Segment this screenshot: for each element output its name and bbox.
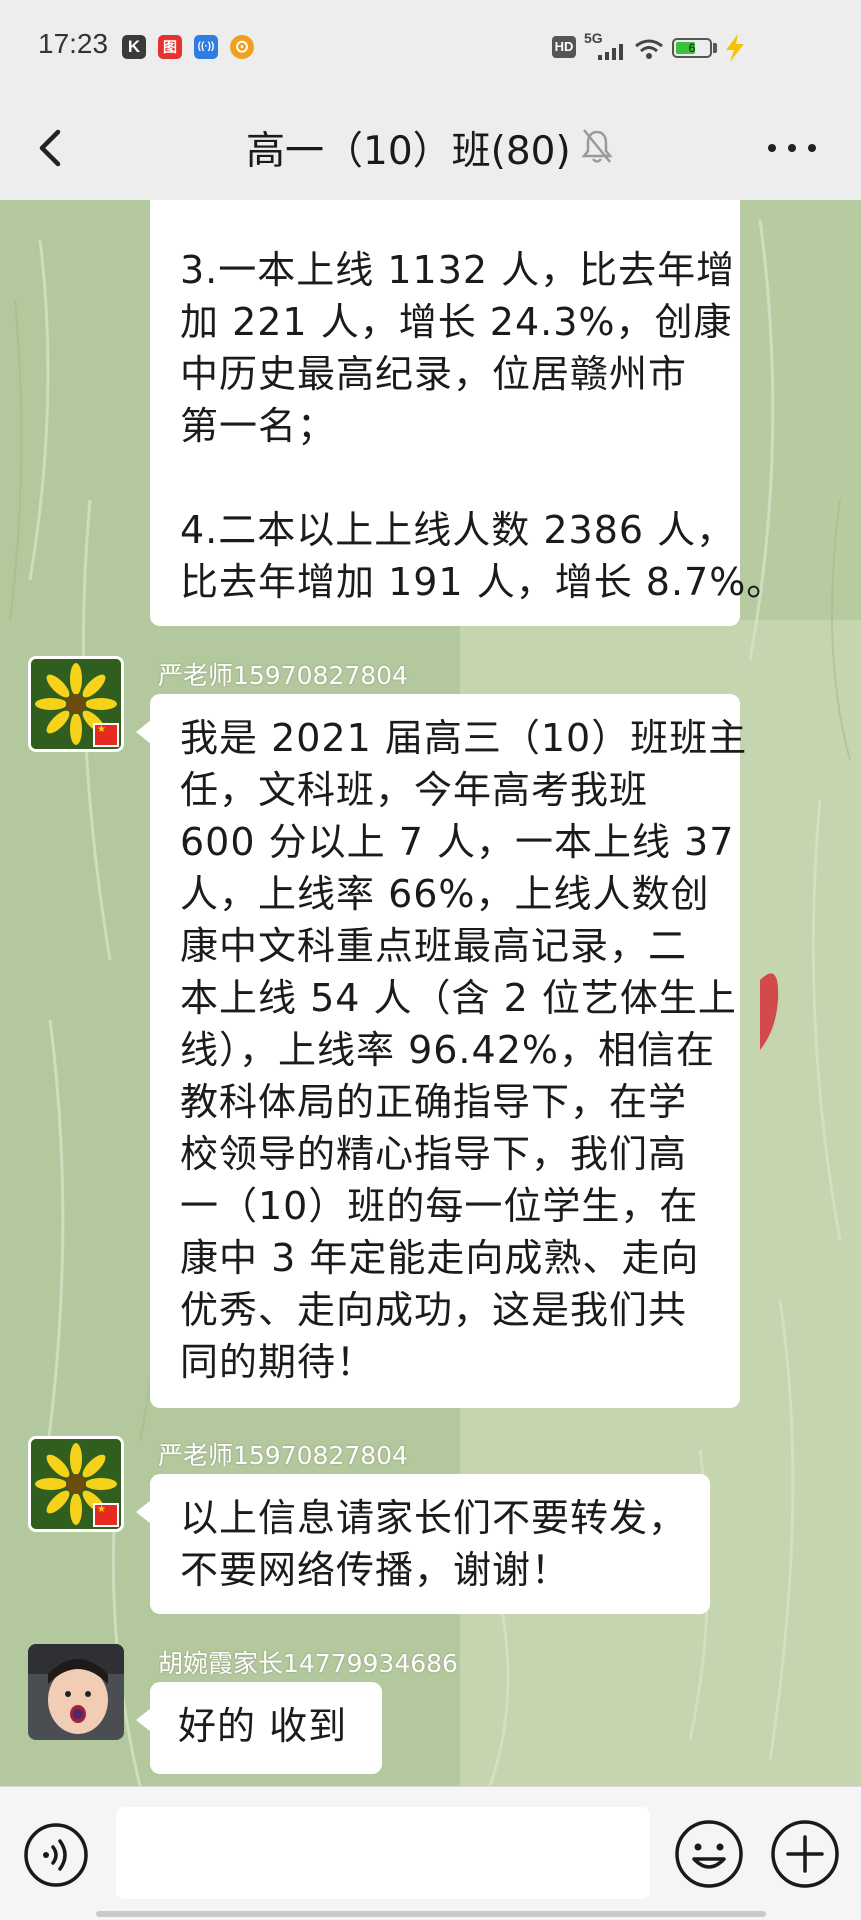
chat-header: 高一（10）班(80) (0, 96, 861, 200)
emoji-icon[interactable] (672, 1817, 746, 1891)
message-line: 3.一本上线 1132 人，比去年增 (180, 248, 736, 292)
message-bubble-1[interactable]: 3.一本上线 1132 人，比去年增 加 221 人，增长 24.3%，创康 中… (150, 200, 786, 626)
input-bar (0, 1786, 861, 1920)
message-line: 线），上线率 96.42%，相信在 (180, 1028, 715, 1072)
bell-muted-icon (581, 129, 613, 163)
message-line: 一（10）班的每一位学生，在 (180, 1184, 699, 1228)
china-flag-icon: ★ (93, 1503, 119, 1527)
back-button[interactable] (20, 116, 80, 180)
signal-icon (598, 44, 623, 60)
bubble-tail (136, 1708, 151, 1732)
more-options-button[interactable] (760, 126, 824, 170)
home-indicator[interactable] (96, 1911, 766, 1917)
message-line: 人，上线率 66%，上线人数创 (180, 872, 710, 916)
bubble-tail (136, 720, 151, 744)
child-avatar-image (28, 1644, 124, 1740)
message-line (180, 452, 720, 504)
plus-icon[interactable] (768, 1817, 842, 1891)
target-app-icon: ⊙ (230, 35, 254, 59)
message-line: 600 分以上 7 人，一本上线 37 (180, 820, 735, 864)
sender-avatar[interactable] (28, 1644, 124, 1740)
message-bubble-3[interactable]: 以上信息请家长们不要转发， 不要网络传播，谢谢！ (136, 1474, 710, 1614)
battery-cap (713, 43, 717, 53)
sender-name: 严老师15970827804 (158, 1441, 408, 1470)
message-line: 同的期待！ (180, 1340, 376, 1384)
bubble-tail (136, 1500, 151, 1524)
message-line: 康中文科重点班最高记录，二 (180, 924, 688, 968)
message-line: 任，文科班，今年高考我班 (180, 768, 649, 812)
message-line: 加 221 人，增长 24.3%，创康 (180, 300, 733, 344)
message-line: 本上线 54 人（含 2 位艺体生上 (180, 976, 737, 1020)
message-line: 第一名； (180, 404, 337, 448)
message-bubble-2[interactable]: 我是 2021 届高三（10）班班主 任，文科班，今年高考我班 600 分以上 … (136, 694, 748, 1408)
message-line: 以上信息请家长们不要转发， (180, 1496, 688, 1540)
chat-title: 高一（10）班(80) (246, 129, 571, 174)
message-input[interactable] (116, 1807, 650, 1899)
voice-icon[interactable] (22, 1821, 90, 1889)
hd-icon: HD (552, 36, 576, 58)
broadcast-app-icon: ((·)) (194, 35, 218, 59)
sender-avatar[interactable]: ★ (28, 1436, 124, 1532)
wifi-icon (635, 39, 663, 59)
status-time: 17:23 (38, 28, 109, 59)
message-line: 比去年增加 191 人，增长 8.7%。 (180, 560, 786, 604)
message-line: 教科体局的正确指导下，在学 (180, 1080, 688, 1124)
message-line: 好的 收到 (178, 1704, 348, 1748)
message-line: 不要网络传播，谢谢！ (180, 1548, 571, 1592)
charging-icon (726, 34, 744, 62)
message-line: 4.二本以上上线人数 2386 人， (180, 508, 736, 552)
sender-avatar[interactable]: ★ (28, 656, 124, 752)
china-flag-icon: ★ (93, 723, 119, 747)
message-line: 我是 2021 届高三（10）班班主 (180, 716, 748, 760)
gallery-app-icon: 图 (158, 35, 182, 59)
status-bar: 17:23 K 图 ((·)) ⊙ HD 5G 6 (0, 0, 861, 96)
message-line: 校领导的精心指导下，我们高 (180, 1132, 688, 1176)
message-line: 优秀、走向成功，这是我们共 (180, 1288, 688, 1332)
message-bubble-4[interactable]: 好的 收到 (136, 1682, 382, 1774)
message-line: 中历史最高纪录，位居赣州市 (180, 352, 688, 396)
sender-name: 胡婉霞家长14779934686 (158, 1649, 458, 1678)
sender-name: 严老师15970827804 (158, 661, 408, 690)
chat-area[interactable]: 3.一本上线 1132 人，比去年增 加 221 人，增长 24.3%，创康 中… (0, 200, 861, 1786)
k-app-icon: K (122, 35, 146, 59)
battery-icon: 6 (672, 38, 712, 58)
battery-text: 6 (688, 41, 696, 55)
message-line: 康中 3 年定能走向成熟、走向 (180, 1236, 700, 1280)
